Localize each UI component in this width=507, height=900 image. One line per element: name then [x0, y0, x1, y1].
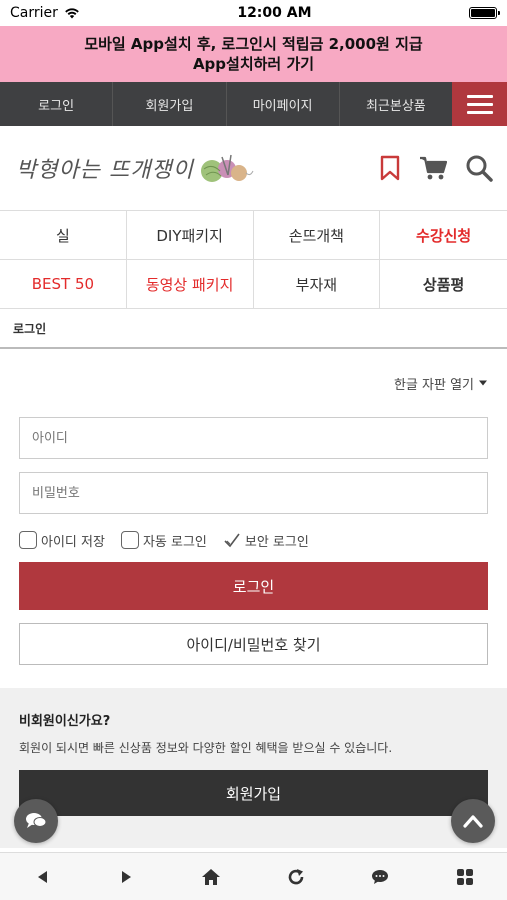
- home-button[interactable]: [191, 857, 231, 897]
- auto-login-label: 자동 로그인: [142, 534, 207, 550]
- guest-description: 회원이 되시면 빠른 신상품 정보와 다양한 할인 혜택을 받으실 수 있습니다…: [19, 741, 393, 755]
- checkmark-icon: [224, 533, 240, 548]
- category-diy-package[interactable]: DIY패키지: [126, 211, 254, 260]
- back-button[interactable]: [22, 857, 62, 897]
- browser-toolbar: [0, 852, 507, 900]
- chat-fab[interactable]: [14, 799, 58, 843]
- signup-button[interactable]: 회원가입: [19, 770, 488, 816]
- refresh-button[interactable]: [276, 857, 316, 897]
- search-icon[interactable]: [465, 154, 493, 182]
- caret-down-icon: [479, 380, 487, 386]
- banner-line-1: 모바일 App설치 후, 로그인시 적립금 2,000원 지급: [84, 35, 423, 53]
- refresh-icon: [288, 868, 304, 884]
- logo-text: 박형아는 뜨개쟁이: [16, 158, 194, 183]
- guest-title: 비회원이신가요?: [19, 714, 111, 729]
- grid-icon: [456, 868, 473, 885]
- battery-icon: [468, 7, 500, 19]
- status-bar: Carrier 12:00 AM: [0, 0, 507, 26]
- password-input[interactable]: [19, 472, 488, 514]
- forward-arrow-icon: [121, 870, 131, 883]
- top-nav: 로그인 회원가입 마이페이지 최근본상품: [0, 82, 507, 126]
- secure-login-label: 보안 로그인: [244, 534, 309, 550]
- nav-mypage[interactable]: 마이페이지: [227, 82, 340, 126]
- home-icon: [202, 868, 221, 885]
- status-left: Carrier: [10, 5, 80, 21]
- auto-login-checkbox[interactable]: 자동 로그인: [120, 531, 207, 550]
- banner-line-2: App설치하러 가기: [192, 55, 315, 73]
- status-time: 12:00 AM: [237, 5, 312, 21]
- keyboard-toggle-label: 한글 자판 열기: [393, 377, 474, 393]
- header-icons: [379, 154, 493, 182]
- category-books[interactable]: 손뜨개책: [253, 211, 381, 260]
- category-yarn[interactable]: 실: [0, 211, 127, 260]
- category-grid: 실 DIY패키지 손뜨개책 수강신청 BEST 50 동영상 패키지 부자재 상…: [0, 210, 507, 309]
- apps-button[interactable]: [445, 857, 485, 897]
- speech-bubble-icon: [372, 869, 389, 884]
- chat-bubbles-icon: [26, 813, 47, 828]
- bookmark-icon[interactable]: [379, 155, 401, 181]
- nav-login[interactable]: 로그인: [0, 82, 114, 126]
- guest-section: 비회원이신가요? 회원이 되시면 빠른 신상품 정보와 다양한 할인 혜택을 받…: [0, 688, 507, 848]
- keyboard-toggle[interactable]: 한글 자판 열기: [19, 349, 488, 417]
- site-header: 박형아는 뜨개쟁이: [0, 126, 507, 210]
- cart-icon[interactable]: [419, 155, 447, 181]
- category-reviews[interactable]: 상품평: [380, 260, 507, 309]
- carrier-label: Carrier: [10, 5, 58, 21]
- forward-button[interactable]: [107, 857, 147, 897]
- save-id-checkbox[interactable]: 아이디 저장: [19, 531, 105, 550]
- scroll-top-button[interactable]: [451, 799, 495, 843]
- app-install-banner[interactable]: 모바일 App설치 후, 로그인시 적립금 2,000원 지급 App설치하러 …: [0, 26, 507, 82]
- logo[interactable]: 박형아는 뜨개쟁이: [16, 151, 254, 185]
- find-account-button[interactable]: 아이디/비밀번호 찾기: [19, 623, 488, 665]
- secure-login-checkbox[interactable]: 보안 로그인: [223, 531, 309, 550]
- hamburger-icon[interactable]: [452, 82, 507, 126]
- login-form: 한글 자판 열기 아이디 저장 자동 로그인 보안 로그인 로그인 아이디/비밀…: [0, 349, 507, 665]
- checkbox-icon: [19, 531, 37, 549]
- save-id-label: 아이디 저장: [41, 534, 105, 550]
- nav-recent[interactable]: 최근본상품: [340, 82, 452, 126]
- category-supplies[interactable]: 부자재: [253, 260, 381, 309]
- page-title: 로그인: [0, 309, 507, 349]
- back-arrow-icon: [38, 870, 48, 883]
- id-input[interactable]: [19, 417, 488, 459]
- nav-signup[interactable]: 회원가입: [113, 82, 227, 126]
- category-video-package[interactable]: 동영상 패키지: [126, 260, 254, 309]
- chat-button[interactable]: [360, 857, 400, 897]
- wifi-icon: [65, 8, 79, 19]
- category-class-signup[interactable]: 수강신청: [380, 211, 507, 260]
- login-options: 아이디 저장 자동 로그인 보안 로그인: [19, 528, 488, 552]
- login-button[interactable]: 로그인: [19, 562, 488, 610]
- checkbox-icon: [120, 531, 139, 549]
- category-best-50[interactable]: BEST 50: [0, 260, 127, 309]
- chevron-up-icon: [463, 815, 483, 828]
- yarn-ball-icon: [200, 154, 254, 182]
